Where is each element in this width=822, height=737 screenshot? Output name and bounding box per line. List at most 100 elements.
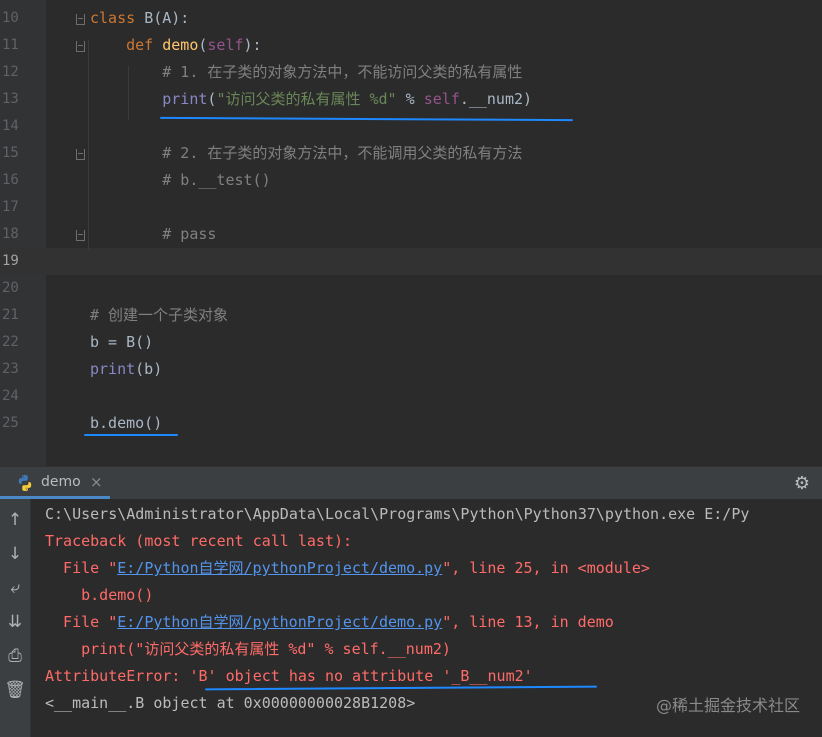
code-token: # 2. 在子类的对象方法中，不能调用父类的私有方法 [90,144,523,162]
fold-marker-icon[interactable] [76,14,85,25]
line-number: 11 [2,37,19,53]
console-line: print("访问父类的私有属性 %d" % self.__num2) [45,636,451,663]
line-number: 17 [2,199,19,215]
code-token: # 1. 在子类的对象方法中，不能访问父类的私有属性 [90,63,523,81]
code-line[interactable]: 22 b = B() [0,329,822,356]
code-line[interactable]: 14 [0,113,822,140]
code-text: # pass [90,221,216,248]
console-line: File "E:/Python自学网/pythonProject/demo.py… [45,555,650,582]
indent-guide [128,66,129,120]
code-line[interactable]: 25 b.demo() [0,410,822,437]
line-number: 13 [2,91,19,107]
code-line[interactable]: 10 class B(A): [0,5,822,32]
console-text: ", line 25, in <module> [442,559,650,577]
code-line[interactable]: 23 print(b) [0,356,822,383]
line-number: 19 [2,253,19,269]
code-token: "访问父类的私有属性 %d" [216,90,397,108]
console-text: AttributeError: 'B' object has no attrib… [45,667,533,685]
code-text: def demo(self): [90,32,262,59]
code-token: demo [162,36,199,54]
code-text: print("访问父类的私有属性 %d" % self.__num2) [90,86,532,113]
code-text: class B(A): [90,5,189,32]
code-line[interactable]: 24 [0,383,822,410]
code-line[interactable]: 20 [0,275,822,302]
code-line[interactable]: 18 # pass [0,221,822,248]
line-number: 10 [2,10,19,26]
code-token: % [396,90,424,108]
code-token: print [90,90,208,108]
line-number: 16 [2,172,19,188]
indent-guide [88,40,89,250]
fold-marker-icon[interactable] [76,149,85,160]
code-token: def [90,36,163,54]
code-text: # 2. 在子类的对象方法中，不能调用父类的私有方法 [90,140,522,167]
console-line: Traceback (most recent call last): [45,528,352,555]
code-line[interactable]: 11 def demo(self): [0,32,822,59]
code-text: b = B() [90,329,153,356]
code-text: # b.__test() [90,167,271,194]
run-tab-label: demo [41,474,81,490]
console-text: print("访问父类的私有属性 %d" % self.__num2) [45,640,451,658]
line-number: 23 [2,361,19,377]
run-toolbar: ↑ ↓ ⤶ ⇊ ⎙ 🗑 [0,499,31,737]
code-token: print [90,360,136,378]
code-line[interactable]: 15 # 2. 在子类的对象方法中，不能调用父类的私有方法 [0,140,822,167]
file-link[interactable]: E:/Python自学网/pythonProject/demo.py [117,559,442,577]
code-text: # 创建一个子类对象 [90,302,228,329]
code-token: self [207,36,244,54]
code-text: b.demo() [90,410,162,437]
code-token: # pass [90,225,217,243]
line-number: 25 [2,415,19,431]
run-tab-demo[interactable]: demo × [0,467,110,499]
trash-icon[interactable]: 🗑 [4,679,26,701]
console-text: File " [45,613,118,631]
line-number: 15 [2,145,19,161]
line-number: 20 [2,280,19,296]
soft-wrap-icon[interactable]: ⤶ [4,577,26,599]
console-line: b.demo() [45,582,153,609]
gear-icon[interactable]: ⚙ [794,473,810,494]
line-number: 14 [2,118,19,134]
code-text: print(b) [90,356,162,383]
code-line[interactable]: 16 # b.__test() [0,167,822,194]
code-token: # b.__test() [90,171,271,189]
print-icon[interactable]: ⎙ [4,645,26,667]
annotation-underline [84,434,178,436]
code-token: # 创建一个子类对象 [90,306,229,324]
code-line[interactable]: 21 # 创建一个子类对象 [0,302,822,329]
code-token: self [423,90,460,108]
code-token: B(A): [144,9,190,27]
code-line[interactable]: 17 [0,194,822,221]
code-token: b = B() [90,333,154,351]
up-arrow-icon[interactable]: ↑ [4,509,26,531]
console-text: File " [45,559,118,577]
code-token: (b) [135,360,163,378]
watermark: @稀土掘金技术社区 [655,696,800,715]
fold-marker-icon[interactable] [76,230,85,241]
console-text: C:\Users\Administrator\AppData\Local\Pro… [45,505,750,523]
line-number: 24 [2,388,19,404]
code-token: class [90,9,145,27]
code-line[interactable]: 19 [0,248,822,275]
scroll-to-end-icon[interactable]: ⇊ [4,611,26,633]
down-arrow-icon[interactable]: ↓ [4,543,26,565]
code-token: .__num2) [459,90,533,108]
code-line[interactable]: 13 print("访问父类的私有属性 %d" % self.__num2) [0,86,822,113]
code-token: b.demo() [90,414,163,432]
code-token: ): [243,36,262,54]
code-line[interactable]: 12 # 1. 在子类的对象方法中，不能访问父类的私有属性 [0,59,822,86]
console-text: b.demo() [45,586,154,604]
ide-window: 10 class B(A): 11 def demo(self): 12 # 1. 在… [0,0,822,737]
code-text: # 1. 在子类的对象方法中，不能访问父类的私有属性 [90,59,522,86]
run-panel-header: demo × ⚙ [0,466,822,499]
close-icon[interactable]: × [90,473,103,491]
code-editor[interactable]: 10 class B(A): 11 def demo(self): 12 # 1. 在… [0,0,822,466]
line-number: 18 [2,226,19,242]
console-line: File "E:/Python自学网/pythonProject/demo.py… [45,609,614,636]
line-number: 21 [2,307,19,323]
fold-marker-icon[interactable] [76,41,85,52]
console-text: Traceback (most recent call last): [45,532,353,550]
console-text: <__main__.B object at 0x00000000028B1208… [45,694,416,712]
line-number: 22 [2,334,19,350]
file-link[interactable]: E:/Python自学网/pythonProject/demo.py [117,613,442,631]
